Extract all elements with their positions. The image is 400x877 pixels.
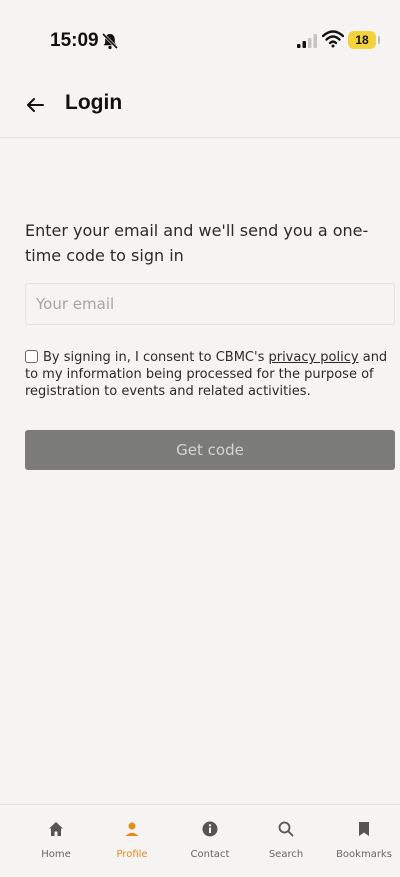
email-input[interactable] — [25, 283, 395, 325]
search-icon — [278, 821, 294, 837]
page-header: Login — [0, 80, 400, 138]
nav-item-bookmarks[interactable]: Bookmarks — [324, 805, 400, 877]
cellular-signal-icon — [297, 34, 317, 48]
nav-label-home: Home — [41, 849, 71, 860]
login-instructions: Enter your email and we'll send you a on… — [25, 221, 369, 265]
wifi-icon — [322, 30, 344, 48]
consent-text: By signing in, I consent to CBMC's priva… — [25, 349, 393, 400]
battery-indicator: 18 — [348, 31, 380, 49]
info-icon — [202, 821, 218, 837]
page-title: Login — [65, 91, 123, 114]
nav-label-bookmarks: Bookmarks — [336, 849, 392, 860]
bottom-navigation: Home Profile Contact Search Bookmarks — [0, 804, 400, 877]
consent-checkbox[interactable] — [25, 350, 38, 363]
get-code-button[interactable]: Get code — [25, 430, 395, 470]
bookmark-icon — [359, 822, 369, 836]
bell-muted-icon — [101, 32, 119, 50]
status-bar: 15:09 18 — [0, 0, 400, 80]
home-icon — [49, 822, 63, 836]
nav-label-search: Search — [268, 849, 304, 860]
profile-icon — [125, 822, 139, 836]
nav-label-profile: Profile — [116, 849, 148, 860]
nav-item-profile[interactable]: Profile — [92, 805, 172, 877]
consent-prefix: By signing in, I consent to CBMC's — [43, 350, 269, 365]
status-time: 15:09 — [50, 30, 99, 51]
privacy-policy-link[interactable]: privacy policy — [268, 350, 358, 365]
nav-item-search[interactable]: Search — [246, 805, 326, 877]
nav-label-contact: Contact — [190, 849, 230, 860]
nav-item-home[interactable]: Home — [16, 805, 96, 877]
back-arrow-icon[interactable] — [24, 94, 46, 116]
nav-item-contact[interactable]: Contact — [170, 805, 250, 877]
